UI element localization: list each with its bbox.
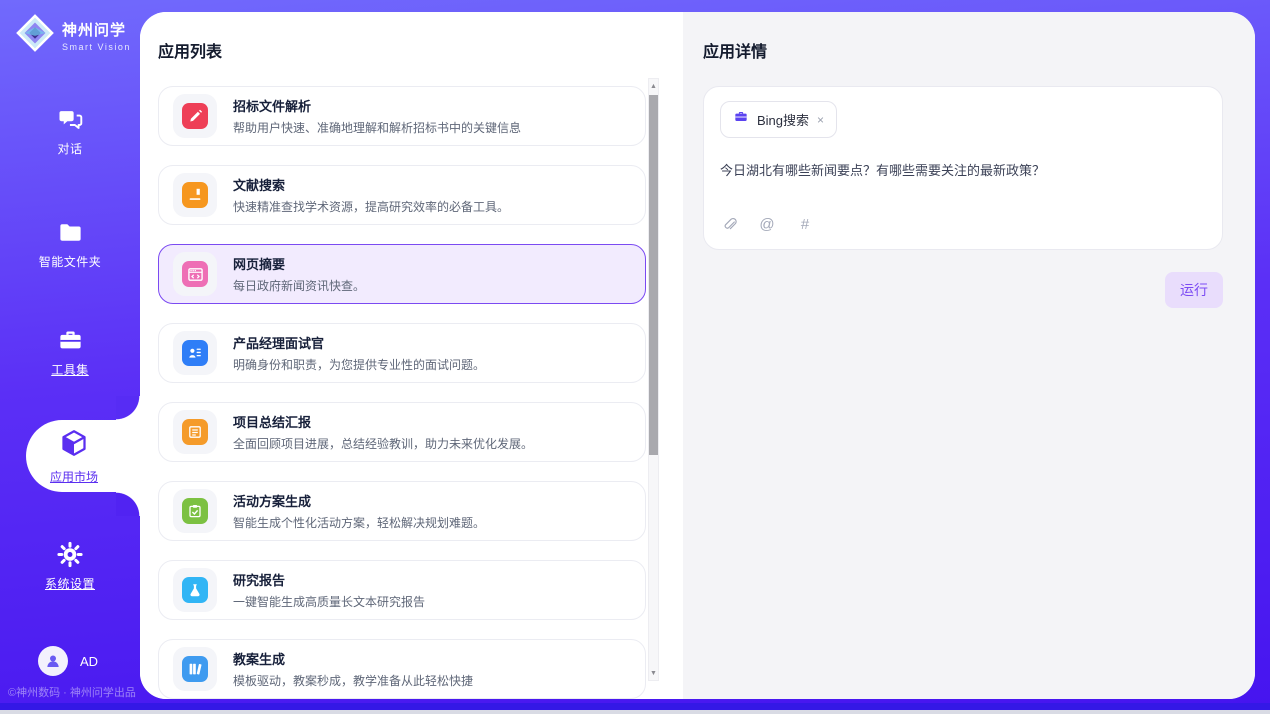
app-icon-tile xyxy=(173,489,217,533)
browser-icon xyxy=(182,261,208,287)
sidebar-item-settings[interactable]: 系统设置 xyxy=(0,540,140,592)
app-name: 活动方案生成 xyxy=(233,491,485,510)
bottom-accent-bar xyxy=(0,703,1270,710)
app-name: 招标文件解析 xyxy=(233,96,521,115)
user-initials: AD xyxy=(80,654,98,669)
cube-icon xyxy=(59,428,89,463)
tool-tag-label: Bing搜索 xyxy=(757,110,809,129)
chat-icon xyxy=(56,105,84,133)
sidebar: 神州问学 Smart Vision 对话智能文件夹工具集应用市场系统设置 AD … xyxy=(0,0,140,714)
app-description: 全面回顾项目进展，总结经验教训，助力未来优化发展。 xyxy=(233,435,533,452)
scrollbar-down-arrow-icon[interactable]: ▼ xyxy=(649,667,658,679)
app-name: 教案生成 xyxy=(233,649,473,668)
pen-icon xyxy=(182,103,208,129)
app-icon-tile xyxy=(173,647,217,691)
paperclip-icon[interactable] xyxy=(720,215,738,233)
briefcase-mini-icon xyxy=(733,109,749,130)
app-card[interactable]: 项目总结汇报全面回顾项目进展，总结经验教训，助力未来优化发展。 xyxy=(158,402,646,462)
app-description: 明确身份和职责，为您提供专业性的面试问题。 xyxy=(233,356,485,373)
attachment-toolbar: @ # xyxy=(720,215,814,233)
user-profile[interactable]: AD xyxy=(38,646,98,676)
flask-icon xyxy=(182,577,208,603)
sidebar-item-label: 对话 xyxy=(57,140,82,157)
diamond-logo-icon xyxy=(16,14,54,57)
app-detail-pane: 应用详情 Bing搜索 × 今日湖北有哪些新闻要点？有哪些需要关注的最新政策？ … xyxy=(683,12,1255,699)
app-card[interactable]: 产品经理面试官明确身份和职责，为您提供专业性的面试问题。 xyxy=(158,323,646,383)
app-name: 项目总结汇报 xyxy=(233,412,533,431)
app-icon-tile xyxy=(173,410,217,454)
app-list-title: 应用列表 xyxy=(158,38,683,62)
person-doc-icon xyxy=(182,340,208,366)
brand-logo: 神州问学 Smart Vision xyxy=(16,14,131,57)
app-icon-tile xyxy=(173,331,217,375)
book-icon xyxy=(182,182,208,208)
main-panel: 应用列表 招标文件解析帮助用户快速、准确地理解和解析招标书中的关键信息文献搜索快… xyxy=(140,12,1255,699)
note-icon xyxy=(182,419,208,445)
app-detail-title: 应用详情 xyxy=(703,38,1255,62)
prompt-card: Bing搜索 × 今日湖北有哪些新闻要点？有哪些需要关注的最新政策？ @ # xyxy=(703,86,1223,250)
brand-name: 神州问学 xyxy=(62,19,131,40)
sidebar-item-label: 应用市场 xyxy=(50,468,98,485)
app-description: 一键智能生成高质量长文本研究报告 xyxy=(233,593,425,610)
app-description: 模板驱动，教案秒成，教学准备从此轻松快捷 xyxy=(233,672,473,689)
app-card[interactable]: 活动方案生成智能生成个性化活动方案，轻松解决规划难题。 xyxy=(158,481,646,541)
app-icon-tile xyxy=(173,252,217,296)
at-icon[interactable]: @ xyxy=(758,215,776,233)
scrollbar-up-arrow-icon[interactable]: ▲ xyxy=(649,80,658,92)
tool-tag-close-icon[interactable]: × xyxy=(817,113,824,127)
app-window: 神州问学 Smart Vision 对话智能文件夹工具集应用市场系统设置 AD … xyxy=(0,0,1270,714)
sidebar-item-app-market[interactable]: 应用市场 xyxy=(26,420,140,492)
scrollbar-thumb[interactable] xyxy=(649,95,658,455)
sidebar-item-label: 系统设置 xyxy=(45,575,95,592)
gear-icon xyxy=(56,540,84,568)
app-description: 智能生成个性化活动方案，轻松解决规划难题。 xyxy=(233,514,485,531)
app-description: 每日政府新闻资讯快查。 xyxy=(233,277,365,294)
app-list-pane: 应用列表 招标文件解析帮助用户快速、准确地理解和解析招标书中的关键信息文献搜索快… xyxy=(140,12,683,699)
app-card[interactable]: 研究报告一键智能生成高质量长文本研究报告 xyxy=(158,560,646,620)
sidebar-item-smart-folders[interactable]: 智能文件夹 xyxy=(0,218,140,270)
app-name: 网页摘要 xyxy=(233,254,365,273)
hash-icon[interactable]: # xyxy=(796,215,814,233)
query-text[interactable]: 今日湖北有哪些新闻要点？有哪些需要关注的最新政策？ xyxy=(720,160,1206,179)
app-card[interactable]: 网页摘要每日政府新闻资讯快查。 xyxy=(158,244,646,304)
sidebar-item-label: 工具集 xyxy=(51,361,89,378)
sidebar-item-chat[interactable]: 对话 xyxy=(0,105,140,157)
app-name: 研究报告 xyxy=(233,570,425,589)
folder-icon xyxy=(56,218,84,246)
run-button[interactable]: 运行 xyxy=(1165,272,1223,308)
app-card-list: 招标文件解析帮助用户快速、准确地理解和解析招标书中的关键信息文献搜索快速精准查找… xyxy=(158,86,646,699)
books-icon xyxy=(182,656,208,682)
app-name: 文献搜索 xyxy=(233,175,509,194)
clipboard-icon xyxy=(182,498,208,524)
brand-subtitle: Smart Vision xyxy=(62,42,131,52)
avatar[interactable] xyxy=(38,646,68,676)
app-description: 快速精准查找学术资源，提高研究效率的必备工具。 xyxy=(233,198,509,215)
app-name: 产品经理面试官 xyxy=(233,333,485,352)
sidebar-item-label: 智能文件夹 xyxy=(39,253,102,270)
tool-tag-bing-search[interactable]: Bing搜索 × xyxy=(720,101,837,138)
copyright-footer: ©神州数码 · 神州问学出品 xyxy=(8,684,136,700)
app-card[interactable]: 招标文件解析帮助用户快速、准确地理解和解析招标书中的关键信息 xyxy=(158,86,646,146)
scrollbar[interactable]: ▲ ▼ xyxy=(648,78,659,681)
app-description: 帮助用户快速、准确地理解和解析招标书中的关键信息 xyxy=(233,119,521,136)
app-icon-tile xyxy=(173,94,217,138)
app-card[interactable]: 文献搜索快速精准查找学术资源，提高研究效率的必备工具。 xyxy=(158,165,646,225)
app-icon-tile xyxy=(173,173,217,217)
briefcase-icon xyxy=(56,326,84,354)
app-icon-tile xyxy=(173,568,217,612)
sidebar-item-toolset[interactable]: 工具集 xyxy=(0,326,140,378)
app-card[interactable]: 教案生成模板驱动，教案秒成，教学准备从此轻松快捷 xyxy=(158,639,646,699)
